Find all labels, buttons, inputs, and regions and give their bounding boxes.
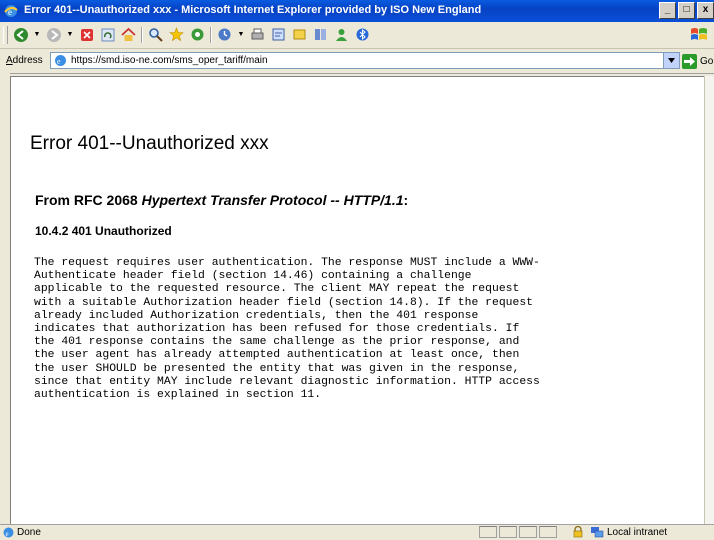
address-url[interactable]: https://smd.iso-ne.com/sms_oper_tariff/m… [71, 55, 268, 66]
left-frame-edge [0, 73, 10, 525]
address-label: Address [6, 55, 43, 66]
bluetooth-icon[interactable] [354, 26, 371, 43]
forward-dropdown-icon[interactable]: ▼ [66, 26, 74, 43]
address-bar: Address e https://smd.iso-ne.com/sms_ope… [0, 49, 714, 74]
body-line: the user agent has already attempted aut… [34, 349, 520, 362]
status-pane [539, 526, 557, 538]
body-line: applicable to the requested resource. Th… [34, 283, 520, 296]
toolbar-separator [141, 26, 143, 43]
page-icon: e [55, 55, 66, 66]
rfc-reference: From RFC 2068 Hypertext Transfer Protoco… [35, 192, 408, 208]
page-done-icon: e [3, 527, 14, 538]
close-button[interactable]: x [697, 2, 714, 19]
standard-toolbar: ▼ ▼ ▼ [0, 22, 714, 49]
media-icon[interactable] [189, 26, 206, 43]
mail-dropdown-icon[interactable]: ▼ [237, 26, 245, 43]
status-pane [519, 526, 537, 538]
svg-text:e: e [57, 57, 61, 66]
status-pane [499, 526, 517, 538]
back-dropdown-icon[interactable]: ▼ [33, 26, 41, 43]
windows-logo-icon [691, 28, 707, 40]
page-content: Error 401--Unauthorized xxx From RFC 206… [10, 76, 704, 524]
go-button[interactable]: Go [682, 52, 714, 70]
discuss-icon[interactable] [291, 26, 308, 43]
vertical-scrollbar[interactable] [704, 76, 714, 524]
go-label: Go [700, 55, 714, 67]
body-line: with a suitable Authorization header fie… [34, 296, 533, 309]
research-icon[interactable] [312, 26, 329, 43]
body-line: the user SHOULD be presented the entity … [34, 362, 520, 375]
address-label-accesskey: A [6, 55, 13, 66]
history-icon[interactable] [216, 26, 233, 43]
print-icon[interactable] [249, 26, 266, 43]
body-line: The request requires user authentication… [34, 257, 540, 269]
window-title: Error 401--Unauthorized xxx - Microsoft … [24, 4, 482, 16]
messenger-icon[interactable] [333, 26, 350, 43]
body-line: the 401 response contains the same chall… [34, 336, 520, 349]
edit-icon[interactable] [270, 26, 287, 43]
go-arrow-icon [682, 53, 697, 69]
forward-icon[interactable] [45, 26, 62, 43]
svg-text:e: e [8, 7, 12, 17]
address-dropdown-icon[interactable] [663, 53, 679, 68]
favorites-icon[interactable] [168, 26, 185, 43]
stop-icon[interactable] [78, 26, 95, 43]
status-panes [479, 526, 559, 538]
restore-button[interactable]: □ [678, 2, 695, 19]
address-label-rest: ddress [12, 55, 43, 66]
lock-icon[interactable] [572, 526, 584, 538]
toolbar-separator [210, 26, 212, 43]
section-heading: 10.4.2 401 Unauthorized [35, 224, 172, 238]
refresh-icon[interactable] [99, 26, 116, 43]
body-line: authentication is explained in section 1… [34, 389, 322, 402]
address-input[interactable]: e https://smd.iso-ne.com/sms_oper_tariff… [50, 52, 680, 69]
ie-window-icon[interactable]: e [3, 3, 19, 19]
status-bar: e Done Local intranet [0, 524, 714, 540]
search-icon[interactable] [147, 26, 164, 43]
page-heading: Error 401--Unauthorized xxx [30, 133, 269, 154]
svg-text:e: e [6, 530, 9, 538]
intranet-zone-icon[interactable] [590, 526, 604, 538]
error-description: The request requires user authentication… [34, 257, 704, 402]
rfc-title: Hypertext Transfer Protocol -- HTTP/1.1 [141, 192, 404, 208]
status-pane [479, 526, 497, 538]
minimize-button[interactable]: _ [659, 2, 676, 19]
toolbar-buttons: ▼ ▼ ▼ [12, 26, 375, 43]
rfc-suffix: : [403, 192, 409, 208]
status-text: Done [17, 527, 41, 538]
back-icon[interactable] [12, 26, 29, 43]
home-icon[interactable] [120, 26, 137, 43]
title-bar: e Error 401--Unauthorized xxx - Microsof… [0, 0, 714, 22]
window-controls: _ □ x [657, 2, 714, 20]
body-line: indicates that authorization has been re… [34, 323, 520, 336]
body-line: since that entity MAY include relevant d… [34, 375, 540, 388]
body-line: Authenticate header field (section 14.46… [34, 270, 472, 283]
body-line: already included Authorization credentia… [34, 309, 479, 322]
security-zone[interactable]: Local intranet [607, 527, 667, 538]
toolbar-grip[interactable] [3, 26, 8, 44]
rfc-prefix: From RFC 2068 [35, 192, 142, 208]
